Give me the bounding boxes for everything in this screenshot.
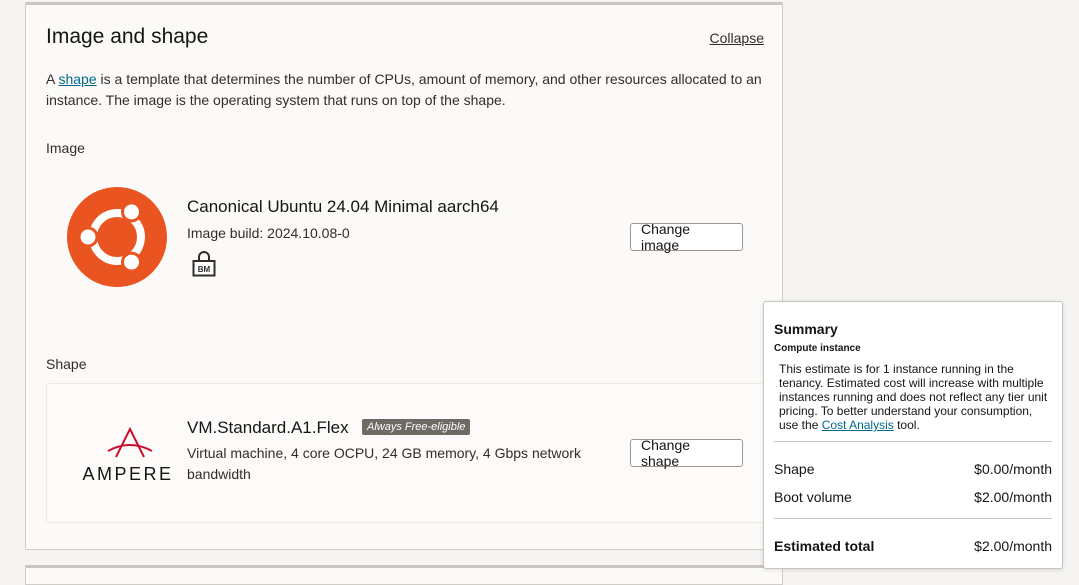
card-description: A shape is a template that determines th…	[46, 69, 766, 111]
summary-divider	[774, 441, 1052, 442]
estimated-total-value: $2.00/month	[974, 538, 1052, 554]
bm-lock-icon: BM	[192, 251, 216, 277]
shape-link[interactable]: shape	[58, 71, 96, 87]
summary-title: Summary	[774, 321, 838, 337]
shape-description: Virtual machine, 4 core OCPU, 24 GB memo…	[187, 445, 581, 482]
summary-row-value: $0.00/month	[974, 461, 1052, 477]
free-eligible-badge: Always Free-eligible	[362, 419, 471, 435]
summary-panel: Summary Compute instance This estimate i…	[763, 301, 1063, 569]
summary-description: This estimate is for 1 instance running …	[779, 362, 1054, 432]
summary-row-total: Estimated total $2.00/month	[774, 538, 1052, 554]
ampere-logo-text: AMPERE	[82, 464, 173, 484]
summary-row-value: $2.00/month	[974, 489, 1052, 505]
cost-analysis-link[interactable]: Cost Analysis	[822, 418, 894, 432]
change-shape-button[interactable]: Change shape	[630, 437, 743, 469]
description-prefix: A	[46, 71, 55, 87]
ampere-logo-icon: AMPERE	[82, 427, 173, 484]
summary-row-label: Boot volume	[774, 489, 852, 505]
summary-row-boot-volume: Boot volume $2.00/month	[774, 489, 1052, 505]
image-name: Canonical Ubuntu 24.04 Minimal aarch64	[187, 197, 499, 216]
ubuntu-logo-icon	[67, 187, 167, 287]
summary-subtitle: Compute instance	[774, 343, 861, 354]
shape-name: VM.Standard.A1.Flex	[187, 418, 349, 437]
image-and-shape-card: Image and shape Collapse A shape is a te…	[25, 2, 783, 550]
image-build: Image build: 2024.10.08-0	[187, 225, 350, 241]
summary-divider	[774, 518, 1052, 519]
change-image-button[interactable]: Change image	[630, 221, 743, 253]
collapse-link[interactable]: Collapse	[710, 30, 764, 46]
summary-text-suffix: tool.	[897, 418, 920, 432]
estimated-total-label: Estimated total	[774, 538, 875, 554]
image-section-label: Image	[46, 140, 85, 156]
summary-row-label: Shape	[774, 461, 815, 477]
next-section-card	[25, 565, 783, 585]
card-title: Image and shape	[46, 25, 209, 48]
shape-section-label: Shape	[46, 356, 87, 372]
description-suffix: is a template that determines the number…	[46, 71, 762, 108]
summary-row-shape: Shape $0.00/month	[774, 461, 1052, 477]
bm-label: BM	[198, 265, 211, 274]
